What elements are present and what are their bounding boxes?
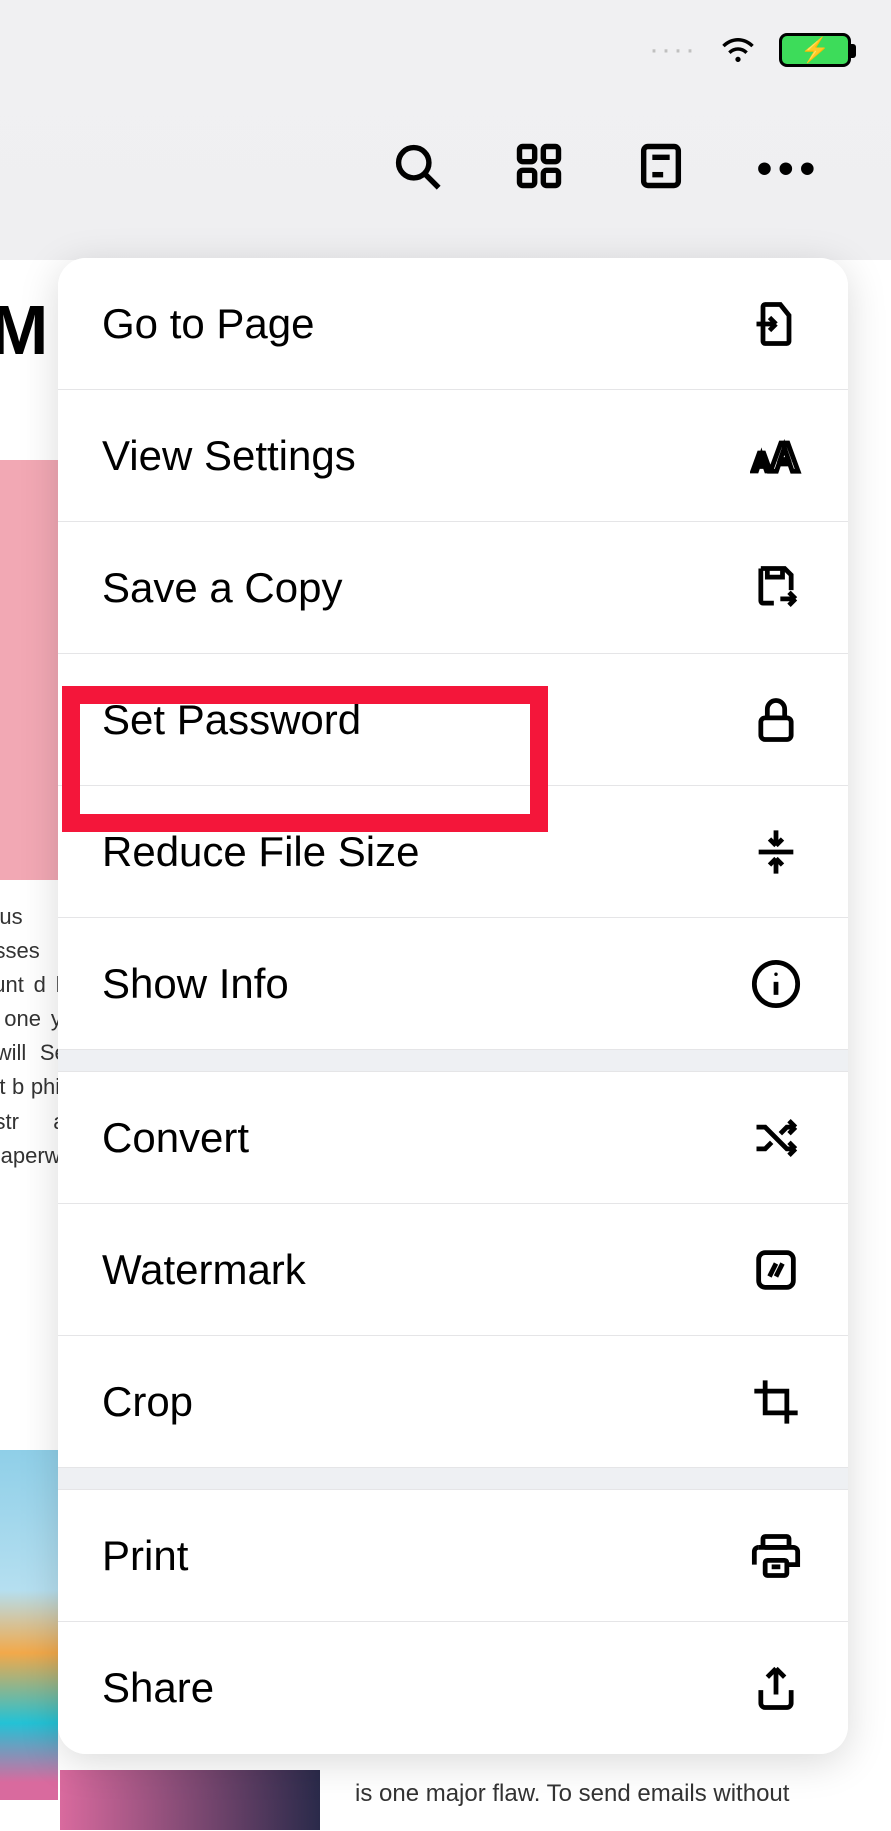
document-photo-block-2 bbox=[60, 1770, 320, 1830]
menu-item-label: Print bbox=[102, 1532, 188, 1580]
svg-text:A: A bbox=[770, 434, 800, 480]
menu-section-divider bbox=[58, 1050, 848, 1072]
menu-item-crop[interactable]: Crop bbox=[58, 1336, 848, 1468]
menu-item-view-settings[interactable]: View Settings AA bbox=[58, 390, 848, 522]
menu-item-label: Reduce File Size bbox=[102, 828, 419, 876]
svg-text:A: A bbox=[752, 447, 771, 477]
menu-item-go-to-page[interactable]: Go to Page bbox=[58, 258, 848, 390]
watermark-icon bbox=[748, 1244, 804, 1296]
compress-icon bbox=[748, 826, 804, 878]
more-icon[interactable]: ••• bbox=[757, 144, 821, 194]
menu-section-divider bbox=[58, 1468, 848, 1490]
shuffle-icon bbox=[748, 1112, 804, 1164]
printer-icon bbox=[748, 1530, 804, 1582]
menu-item-show-info[interactable]: Show Info bbox=[58, 918, 848, 1050]
share-icon bbox=[748, 1662, 804, 1714]
battery-charging-icon: ⚡ bbox=[779, 33, 851, 67]
menu-item-label: Convert bbox=[102, 1114, 249, 1162]
toolbar: ••• bbox=[391, 140, 821, 197]
lock-icon bbox=[748, 694, 804, 746]
menu-item-label: Crop bbox=[102, 1378, 193, 1426]
crop-icon bbox=[748, 1376, 804, 1428]
menu-item-label: Go to Page bbox=[102, 300, 314, 348]
menu-item-label: Watermark bbox=[102, 1246, 306, 1294]
signal-dots: ···· bbox=[649, 33, 697, 67]
context-menu: Go to Page View Settings AA Save a Copy … bbox=[58, 258, 848, 1754]
menu-item-print[interactable]: Print bbox=[58, 1490, 848, 1622]
search-icon[interactable] bbox=[391, 140, 443, 197]
status-bar: ···· ⚡ bbox=[649, 0, 891, 100]
menu-item-convert[interactable]: Convert bbox=[58, 1072, 848, 1204]
menu-item-label: Share bbox=[102, 1664, 214, 1712]
page-arrow-icon bbox=[748, 298, 804, 350]
menu-item-share[interactable]: Share bbox=[58, 1622, 848, 1754]
info-icon bbox=[748, 958, 804, 1010]
document-image-block bbox=[0, 460, 58, 880]
grid-icon[interactable] bbox=[513, 140, 565, 197]
menu-item-watermark[interactable]: Watermark bbox=[58, 1204, 848, 1336]
text-size-icon: AA bbox=[748, 430, 804, 482]
document-footer-fragment: is one major flaw. To send emails withou… bbox=[355, 1780, 789, 1808]
document-title-fragment: M bbox=[0, 290, 48, 370]
menu-item-label: Show Info bbox=[102, 960, 289, 1008]
menu-item-set-password[interactable]: Set Password bbox=[58, 654, 848, 786]
wifi-icon bbox=[717, 27, 759, 74]
menu-item-label: Save a Copy bbox=[102, 564, 342, 612]
document-photo-block bbox=[0, 1450, 58, 1800]
menu-item-label: Set Password bbox=[102, 696, 361, 744]
menu-item-reduce-file-size[interactable]: Reduce File Size bbox=[58, 786, 848, 918]
menu-item-label: View Settings bbox=[102, 432, 356, 480]
floppy-export-icon bbox=[748, 562, 804, 614]
page-view-icon[interactable] bbox=[635, 140, 687, 197]
menu-item-save-a-copy[interactable]: Save a Copy bbox=[58, 522, 848, 654]
